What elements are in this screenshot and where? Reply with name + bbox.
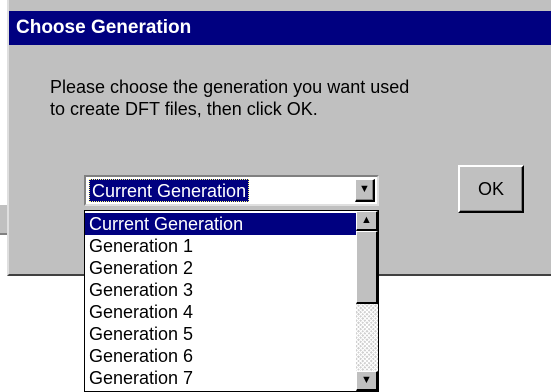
- scroll-thumb[interactable]: [356, 231, 378, 304]
- ok-button[interactable]: OK: [458, 165, 524, 213]
- dropdown-scrollbar[interactable]: ▲ ▼: [356, 211, 378, 391]
- triangle-up-icon: ▲: [361, 214, 372, 226]
- dropdown-option[interactable]: Generation 2: [85, 257, 356, 279]
- combo-dropdown-button[interactable]: ▼: [355, 179, 375, 202]
- dropdown-option[interactable]: Generation 7: [85, 367, 356, 389]
- scroll-up-button[interactable]: ▲: [356, 211, 378, 231]
- instruction-message: Please choose the generation you want us…: [50, 77, 410, 119]
- generation-dropdown-list[interactable]: Current Generation Generation 1 Generation…: [84, 210, 379, 392]
- dropdown-option[interactable]: Generation 3: [85, 279, 356, 301]
- dropdown-option[interactable]: Generation 5: [85, 323, 356, 345]
- dropdown-option[interactable]: Generation 1: [85, 235, 356, 257]
- dialog-title-bar[interactable]: Choose Generation: [9, 11, 551, 45]
- dropdown-option[interactable]: Current Generation: [85, 213, 356, 235]
- triangle-down-icon: ▼: [359, 183, 370, 195]
- scroll-down-button[interactable]: ▼: [356, 371, 378, 391]
- generation-combo-box[interactable]: Current Generation ▼: [84, 175, 379, 206]
- background-window-edge: [0, 205, 7, 235]
- dropdown-option[interactable]: Generation 4: [85, 301, 356, 323]
- screen: Choose Generation Please choose the gene…: [0, 0, 551, 392]
- triangle-down-icon: ▼: [361, 374, 372, 386]
- combo-selected-value[interactable]: Current Generation: [89, 179, 250, 202]
- option-list: Current Generation Generation 1 Generation…: [85, 211, 356, 391]
- dropdown-option[interactable]: Generation 6: [85, 345, 356, 367]
